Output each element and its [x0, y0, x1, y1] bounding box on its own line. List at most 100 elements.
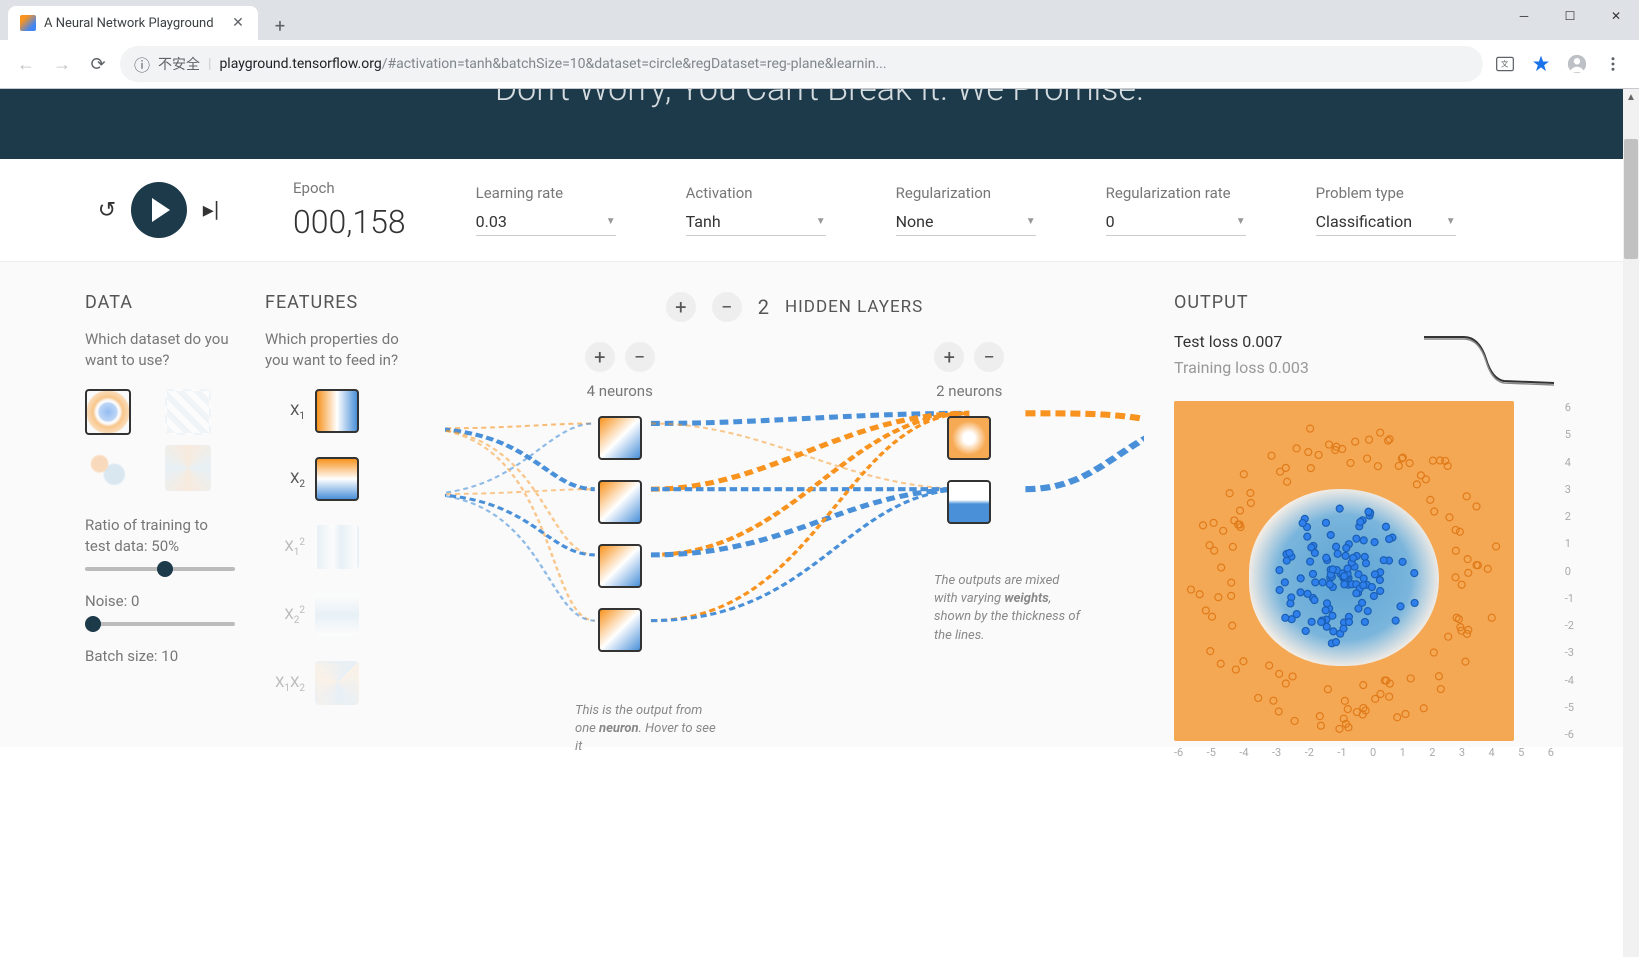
- window-maximize[interactable]: ☐: [1547, 0, 1593, 32]
- learning-rate-label: Learning rate: [476, 184, 616, 202]
- remove-neuron-l2-button[interactable]: −: [974, 342, 1004, 372]
- feature-x1x2[interactable]: X1X2: [265, 661, 415, 705]
- dataset-grid: [85, 389, 235, 491]
- play-controls: ↺ ▸|: [95, 182, 223, 238]
- neuron-l2-1[interactable]: [947, 416, 991, 460]
- add-layer-button[interactable]: +: [666, 292, 696, 322]
- noise-slider[interactable]: [85, 622, 235, 626]
- l2-neuron-count: 2 neurons: [936, 382, 1002, 400]
- data-points: [1174, 401, 1514, 741]
- x-axis-ticks: -6-5-4-3-2-10123456: [1174, 746, 1554, 759]
- activation-select[interactable]: Tanh ▼: [686, 208, 826, 236]
- remove-neuron-l1-button[interactable]: −: [625, 342, 655, 372]
- feature-x1sq[interactable]: X12: [265, 525, 415, 569]
- epoch-label: Epoch: [293, 179, 406, 197]
- add-neuron-l2-button[interactable]: +: [934, 342, 964, 372]
- feature-x2sq-box: [315, 593, 359, 637]
- dataset-gauss[interactable]: [85, 445, 131, 491]
- loss-chart: [1424, 329, 1554, 389]
- data-desc: Which dataset do you want to use?: [85, 329, 235, 371]
- scroll-up-icon[interactable]: ▲: [1623, 89, 1639, 105]
- output-section: OUTPUT Test loss 0.007 Training loss 0.0…: [1174, 292, 1554, 747]
- data-title: DATA: [85, 292, 235, 313]
- bookmark-star-icon[interactable]: [1527, 50, 1555, 78]
- epoch-value: 000,158: [293, 203, 406, 241]
- dataset-circle[interactable]: [85, 389, 131, 435]
- translate-icon[interactable]: 文: [1491, 50, 1519, 78]
- site-info-icon[interactable]: ⓘ: [134, 52, 150, 76]
- profile-icon[interactable]: [1563, 50, 1591, 78]
- regularization-select[interactable]: None ▼: [896, 208, 1036, 236]
- network-header: + − 2 HIDDEN LAYERS: [445, 292, 1144, 322]
- controls-bar: ↺ ▸| Epoch 000,158 Learning rate 0.03 ▼ …: [0, 159, 1639, 262]
- problem-type-select[interactable]: Classification ▼: [1316, 208, 1456, 236]
- hidden-layer-1: + − 4 neurons: [585, 342, 655, 672]
- ratio-slider[interactable]: [85, 567, 235, 571]
- remove-layer-button[interactable]: −: [712, 292, 742, 322]
- browser-tab[interactable]: A Neural Network Playground ✕: [8, 6, 258, 40]
- batch-label: Batch size: 10: [85, 646, 235, 667]
- output-plot-wrapper: 6543210-1-2-3-4-5-6 -6-5-4-3-2-10123456: [1174, 401, 1554, 741]
- feature-x2sq[interactable]: X22: [265, 593, 415, 637]
- scrollbar[interactable]: ▲: [1623, 89, 1639, 957]
- neuron-l2-2[interactable]: [947, 480, 991, 524]
- learning-rate-group: Learning rate 0.03 ▼: [476, 184, 616, 236]
- layer-title: HIDDEN LAYERS: [785, 297, 923, 317]
- ratio-label: Ratio of training to test data: 50%: [85, 515, 235, 557]
- add-neuron-l1-button[interactable]: +: [585, 342, 615, 372]
- neuron-l1-1[interactable]: [598, 416, 642, 460]
- dataset-spiral[interactable]: [165, 445, 211, 491]
- window-close[interactable]: ✕: [1593, 0, 1639, 32]
- reset-button[interactable]: ↺: [95, 198, 119, 223]
- reg-rate-select[interactable]: 0 ▼: [1106, 208, 1246, 236]
- reload-button[interactable]: ⟳: [84, 50, 112, 78]
- address-bar[interactable]: ⓘ 不安全 | playground.tensorflow.org/#activ…: [120, 46, 1483, 82]
- regularization-group: Regularization None ▼: [896, 184, 1036, 236]
- play-button[interactable]: [131, 182, 187, 238]
- neuron-l1-4[interactable]: [598, 608, 642, 652]
- data-section: DATA Which dataset do you want to use? R…: [85, 292, 235, 747]
- output-visualization[interactable]: [1174, 401, 1514, 741]
- noise-label: Noise: 0: [85, 591, 235, 612]
- security-label: 不安全: [158, 54, 200, 74]
- step-button[interactable]: ▸|: [199, 198, 223, 223]
- train-loss: Training loss 0.003: [1174, 355, 1309, 381]
- features-title: FEATURES: [265, 292, 415, 313]
- epoch-group: Epoch 000,158: [293, 179, 406, 241]
- dataset-xor[interactable]: [165, 389, 211, 435]
- chevron-down-icon: ▼: [606, 216, 616, 227]
- new-tab-button[interactable]: +: [266, 12, 294, 40]
- loss-row: Test loss 0.007 Training loss 0.003: [1174, 329, 1554, 389]
- nav-bar: ← → ⟳ ⓘ 不安全 | playground.tensorflow.org/…: [0, 40, 1639, 88]
- back-button[interactable]: ←: [12, 50, 40, 78]
- problem-type-label: Problem type: [1316, 184, 1456, 202]
- chevron-down-icon: ▼: [816, 216, 826, 227]
- neuron-l1-2[interactable]: [598, 480, 642, 524]
- url-path: /#activation=tanh&batchSize=10&dataset=c…: [382, 56, 887, 72]
- forward-button[interactable]: →: [48, 50, 76, 78]
- menu-icon[interactable]: [1599, 50, 1627, 78]
- feature-x1[interactable]: X1: [265, 389, 415, 433]
- batch-slider-group: Batch size: 10: [85, 646, 235, 667]
- page-content: Don't Worry, You Can't Break It. We Prom…: [0, 89, 1639, 957]
- feature-x2[interactable]: X2: [265, 457, 415, 501]
- tab-bar: A Neural Network Playground ✕ +: [0, 0, 1639, 40]
- feature-x1sq-box: [315, 525, 359, 569]
- chevron-down-icon: ▼: [1446, 216, 1456, 227]
- activation-group: Activation Tanh ▼: [686, 184, 826, 236]
- feature-x1sq-label: X12: [265, 537, 305, 558]
- regularization-label: Regularization: [896, 184, 1036, 202]
- features-desc: Which properties do you want to feed in?: [265, 329, 415, 371]
- feature-x1x2-label: X1X2: [265, 673, 305, 694]
- chevron-down-icon: ▼: [1026, 216, 1036, 227]
- chevron-down-icon: ▼: [1236, 216, 1246, 227]
- problem-type-group: Problem type Classification ▼: [1316, 184, 1456, 236]
- window-minimize[interactable]: ─: [1501, 0, 1547, 32]
- neuron-l1-3[interactable]: [598, 544, 642, 588]
- learning-rate-select[interactable]: 0.03 ▼: [476, 208, 616, 236]
- close-tab-icon[interactable]: ✕: [230, 15, 246, 31]
- scrollbar-thumb[interactable]: [1624, 139, 1638, 259]
- output-title: OUTPUT: [1174, 292, 1554, 313]
- annotation-weights: The outputs are mixed with varying weigh…: [934, 572, 1084, 645]
- feature-x2sq-label: X22: [265, 605, 305, 626]
